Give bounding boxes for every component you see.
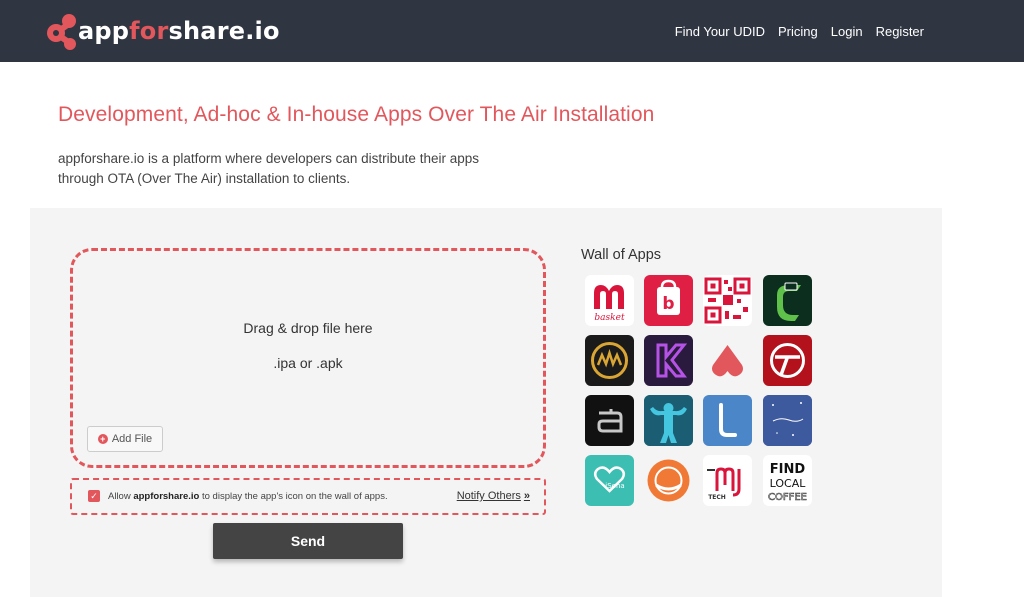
dark-a-icon (597, 409, 623, 433)
dropzone-formats: .ipa or .apk (273, 355, 343, 371)
site-logo[interactable]: appforshare.io (44, 10, 280, 52)
app-tile-b-bag[interactable]: b (644, 275, 693, 326)
muscle-man-icon (644, 395, 693, 446)
app-tile-m-basket[interactable]: basket (585, 275, 634, 326)
nav-register[interactable]: Register (876, 24, 924, 39)
app-tile-laundry[interactable] (644, 455, 693, 506)
app-tile-night-sky[interactable] (763, 395, 812, 446)
svg-text:TECH: TECH (708, 494, 726, 501)
file-dropzone[interactable]: Drag & drop file here .ipa or .apk + Add… (70, 248, 546, 468)
svg-text:COFFEE: COFFEE (768, 492, 807, 503)
page-description: appforshare.io is a platform where devel… (58, 151, 479, 186)
plus-circle-icon: + (97, 434, 108, 444)
svg-text:iSeha: iSeha (605, 482, 624, 490)
nav-find-udid[interactable]: Find Your UDID (675, 24, 765, 39)
b-bag-icon: b (657, 279, 680, 315)
page-title: Development, Ad-hoc & In-house Apps Over… (58, 103, 655, 126)
logo-wordmark: appforshare.io (78, 17, 280, 45)
nav-login[interactable]: Login (831, 24, 863, 39)
purple-k-icon (656, 343, 688, 378)
app-tile-muscle-man[interactable] (644, 395, 693, 446)
app-tile-purple-k[interactable] (644, 335, 693, 386)
app-tile-mj-tech[interactable]: TECH (703, 455, 752, 506)
gold-m-icon (591, 342, 628, 379)
find-local-coffee-icon: FIND LOCAL COFFEE (768, 462, 808, 503)
upload-panel: Drag & drop file here .ipa or .apk + Add… (30, 208, 942, 597)
app-tile-blue-l[interactable] (703, 395, 752, 446)
app-tile-red-heart[interactable] (703, 335, 752, 386)
svg-text:FIND: FIND (770, 462, 806, 477)
svg-text:basket: basket (594, 313, 625, 323)
svg-text:b: b (662, 294, 674, 314)
red-heart-icon (712, 345, 743, 377)
night-sky-icon (763, 395, 812, 446)
send-button[interactable]: Send (213, 523, 403, 559)
green-brand-icon (777, 282, 801, 321)
app-tile-qr[interactable] (703, 275, 752, 326)
app-tile-iseha[interactable]: iSeha (585, 455, 634, 506)
allow-wall-checkbox[interactable]: ✓ (88, 490, 100, 502)
top-navbar: appforshare.io Find Your UDID Pricing Lo… (0, 0, 1024, 62)
app-tile-gold-m[interactable] (585, 335, 634, 386)
add-file-label: Add File (111, 433, 153, 445)
blue-l-icon (719, 403, 737, 437)
notify-others-link[interactable]: Notify Others» (457, 490, 530, 502)
share-logo-icon (47, 14, 76, 50)
dropzone-title: Drag & drop file here (243, 320, 373, 336)
iseha-heart-icon: iSeha (594, 466, 625, 493)
red-t-icon (770, 343, 805, 378)
qr-code-icon (704, 277, 751, 324)
wall-permission-box: ✓ Allow appforshare.io to display the ap… (70, 478, 546, 515)
add-file-button[interactable]: + Add File (87, 426, 163, 452)
m-basket-icon: basket (594, 285, 625, 323)
app-tile-green-brand[interactable] (763, 275, 812, 326)
app-tile-find-local-coffee[interactable]: FIND LOCAL COFFEE (763, 455, 812, 506)
double-chevron-right-icon: » (523, 490, 530, 502)
svg-text:LOCAL: LOCAL (770, 477, 807, 490)
nav-pricing[interactable]: Pricing (778, 24, 818, 39)
app-tile-dark-a[interactable] (585, 395, 634, 446)
laundry-icon (647, 459, 690, 502)
main-nav: Find Your UDID Pricing Login Register (675, 0, 924, 62)
app-tile-red-t[interactable] (763, 335, 812, 386)
wall-of-apps-title: Wall of Apps (581, 247, 662, 263)
allow-wall-label: Allow appforshare.io to display the app'… (108, 491, 388, 502)
mj-tech-icon: TECH (707, 467, 741, 501)
